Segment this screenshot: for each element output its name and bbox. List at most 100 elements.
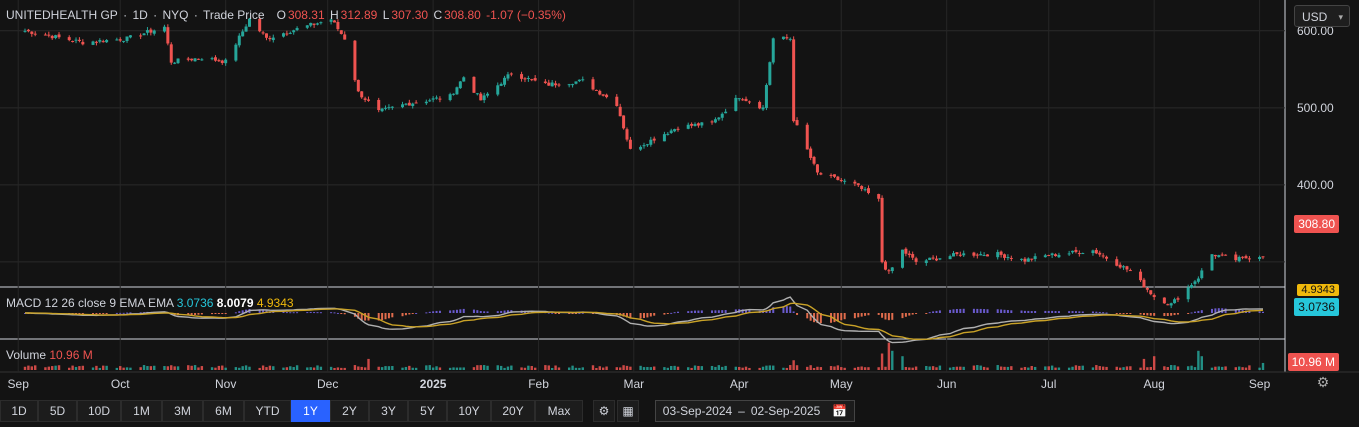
volume-bar [1050, 365, 1054, 370]
range-button-5d[interactable]: 5D [38, 400, 77, 422]
candle [305, 25, 309, 28]
candle [176, 58, 180, 64]
candle [1142, 279, 1146, 288]
volume-bar [646, 366, 649, 370]
range-button-10d[interactable]: 10D [77, 400, 121, 422]
volume-bar [809, 365, 812, 370]
candle [877, 194, 881, 199]
volume-bar [499, 365, 503, 370]
macd-histogram-bar [1057, 311, 1060, 313]
macd-histogram-bar [425, 312, 428, 314]
volume-bar [887, 342, 891, 370]
open-value: 308.31 [287, 8, 325, 22]
macd-histogram-bar [955, 309, 958, 313]
macd-histogram-bar [711, 310, 714, 313]
volume-bar [622, 365, 625, 370]
candle [928, 257, 932, 261]
candle [1176, 298, 1180, 300]
macd-histogram-bar [796, 313, 799, 315]
volume-bar [629, 366, 632, 370]
volume-bar [833, 366, 836, 370]
macd-histogram-bar [925, 313, 928, 314]
candle [1050, 253, 1054, 256]
macd-histogram-bar [1006, 310, 1009, 313]
macd-histogram-bar [721, 310, 724, 313]
volume-bar [1027, 367, 1030, 370]
volume-bar [782, 367, 785, 370]
range-button-20y[interactable]: 20Y [491, 400, 535, 422]
volume-bar [197, 367, 200, 370]
volume-bar [523, 367, 527, 370]
volume-bar [1006, 366, 1010, 370]
candle [200, 59, 204, 61]
volume-bar [391, 366, 394, 370]
candle [605, 94, 609, 98]
volume-bar [258, 367, 261, 370]
macd-histogram-bar [1149, 313, 1152, 316]
candle [145, 30, 149, 33]
macd-histogram-bar [952, 309, 955, 313]
candle [1244, 256, 1248, 259]
candle [448, 94, 452, 101]
candle [1071, 250, 1075, 253]
price-chart[interactable]: Sep Oct Nov Dec 2025 Feb Mar Apr May Jun Jul Aug Sep… [0, 0, 1359, 427]
macd-histogram-bar [211, 313, 214, 315]
macd-histogram-bar [102, 313, 105, 314]
macd-histogram-bar [282, 311, 285, 313]
range-button-2y[interactable]: 2Y [330, 400, 369, 422]
candle [479, 93, 483, 101]
candle [809, 148, 813, 158]
volume-bar [316, 365, 319, 370]
macd-histogram-bar [1091, 311, 1094, 313]
table-icon[interactable]: ▦ [617, 400, 639, 422]
volume-bar [146, 366, 149, 370]
volume-bar [935, 367, 938, 370]
candle [1237, 256, 1241, 262]
candle [764, 85, 768, 108]
range-button-5y[interactable]: 5Y [408, 400, 447, 422]
candle [1139, 271, 1143, 281]
range-button-1y[interactable]: 1Y [291, 400, 330, 422]
volume-bar [581, 367, 584, 370]
volume-bar [761, 366, 765, 370]
close-value: 308.80 [444, 8, 481, 22]
date-range-picker[interactable]: 03-Sep-2024 – 02-Sep-2025 📅 [655, 400, 855, 422]
settings-gear-icon[interactable]: ⚙ [1313, 374, 1333, 394]
interval-label: 1D [132, 8, 148, 22]
currency-selector[interactable]: USD ▾ [1294, 5, 1350, 27]
candle [285, 33, 289, 35]
candle [639, 146, 643, 150]
range-button-ytd[interactable]: YTD [244, 400, 291, 422]
volume-bar [819, 367, 823, 370]
volume-bar [857, 366, 860, 370]
macd-histogram-bar [296, 312, 299, 314]
volume-bar [428, 365, 431, 370]
range-button-1m[interactable]: 1M [121, 400, 162, 422]
range-button-3m[interactable]: 3M [162, 400, 203, 422]
candle [717, 117, 721, 120]
volume-bar [387, 366, 391, 370]
volume-bar [1190, 365, 1193, 370]
range-button-6m[interactable]: 6M [203, 400, 244, 422]
macd-histogram-bar [881, 313, 884, 318]
macd-histogram-bar [666, 313, 669, 314]
range-button-max[interactable]: Max [535, 400, 583, 422]
volume-bar [724, 365, 727, 370]
macd-histogram-bar [1119, 313, 1122, 314]
candle [47, 34, 51, 36]
volume-bar [1224, 366, 1227, 370]
macd-histogram-bar [792, 311, 795, 313]
range-button-3y[interactable]: 3Y [369, 400, 408, 422]
volume-bar [1234, 367, 1237, 370]
range-button-10y[interactable]: 10Y [447, 400, 491, 422]
macd-histogram-bar [935, 310, 938, 313]
candle [1047, 255, 1051, 257]
volume-bar [214, 367, 217, 370]
macd-histogram-bar [292, 312, 295, 314]
candle [1200, 270, 1204, 279]
settings-icon[interactable]: ⚙ [593, 400, 615, 422]
macd-signal-tag: 4.9343 [1297, 284, 1339, 296]
candle [1169, 303, 1173, 306]
macd-histogram-bar [1187, 313, 1190, 314]
range-button-1d[interactable]: 1D [0, 400, 38, 422]
